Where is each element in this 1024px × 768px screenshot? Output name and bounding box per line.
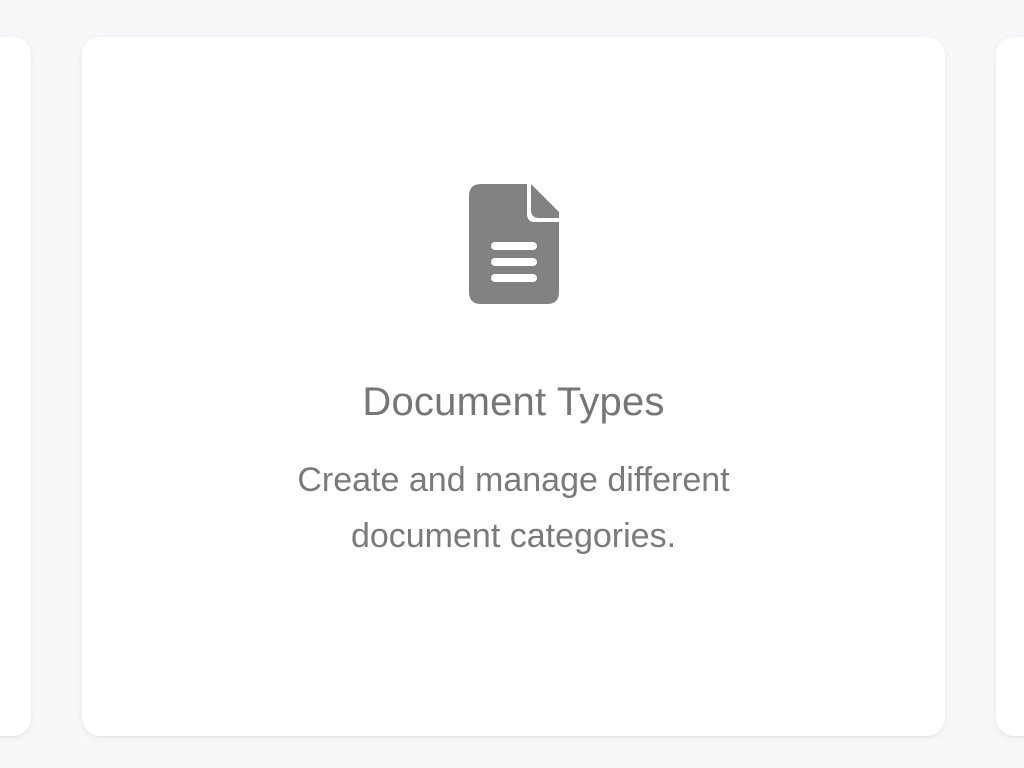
document-icon xyxy=(468,184,559,304)
document-types-card[interactable]: Document Types Create and manage differe… xyxy=(82,37,945,736)
previous-card[interactable] xyxy=(0,37,31,736)
card-title: Document Types xyxy=(362,380,665,424)
next-card[interactable] xyxy=(996,37,1024,736)
card-description: Create and manage different document cat… xyxy=(297,461,730,555)
settings-cards-viewport: Document Types Create and manage differe… xyxy=(0,0,1024,768)
